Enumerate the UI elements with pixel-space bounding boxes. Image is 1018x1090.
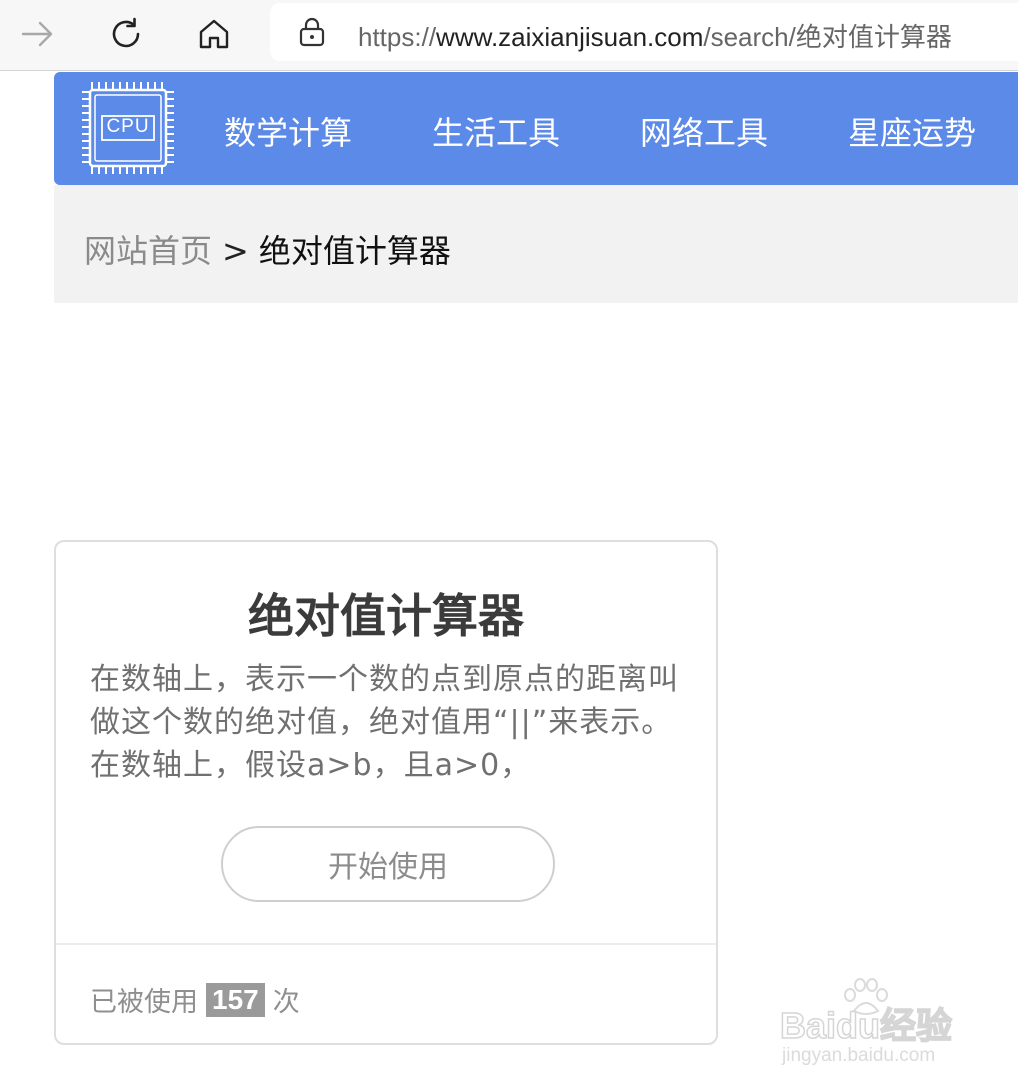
url-host: www.zaixianjisuan.com (436, 22, 704, 52)
cpu-logo[interactable]: CPU (78, 78, 178, 178)
forward-button[interactable] (16, 12, 60, 56)
home-button[interactable] (192, 12, 236, 56)
refresh-button[interactable] (104, 12, 148, 56)
nav-item-math[interactable]: 数学计算 (224, 108, 352, 154)
address-bar[interactable]: https://www.zaixianjisuan.com/search/绝对值… (270, 3, 1018, 61)
url-query: 绝对值计算器 (795, 22, 952, 52)
breadcrumb-home-link[interactable]: 网站首页 (84, 232, 212, 270)
start-button[interactable]: 开始使用 (221, 826, 555, 902)
nav-item-horoscope[interactable]: 星座运势 (848, 108, 976, 154)
url-path: /search/ (703, 22, 796, 52)
usage-stat: 已被使用 157 次 (90, 980, 300, 1019)
nav-item-life[interactable]: 生活工具 (432, 108, 560, 154)
watermark-main: Baidu经验 (779, 1004, 953, 1047)
home-icon (199, 19, 229, 49)
refresh-icon (112, 17, 140, 48)
site-header: CPU 数学计算 生活工具 网络工具 星座运势 (54, 72, 1018, 185)
baidu-jingyan-watermark: Baidu经验 jingyan.baidu.com (778, 975, 978, 1075)
usage-prefix: 已被使用 (90, 987, 198, 1018)
logo-text: CPU (106, 116, 150, 137)
browser-toolbar: https://www.zaixianjisuan.com/search/绝对值… (0, 0, 1018, 71)
card-divider (56, 943, 716, 945)
usage-suffix: 次 (272, 987, 300, 1018)
card-description: 在数轴上，表示一个数的点到原点的距离叫做这个数的绝对值，绝对值用“||”来表示。… (90, 662, 679, 783)
breadcrumb: 网站首页 > 绝对值计算器 (54, 185, 1018, 303)
arrow-right-icon (21, 21, 53, 47)
breadcrumb-separator: > (222, 232, 249, 270)
url-text: https://www.zaixianjisuan.com/search/绝对值… (358, 17, 952, 54)
breadcrumb-trail: 网站首页 > 绝对值计算器 (84, 226, 451, 272)
nav-item-network[interactable]: 网络工具 (640, 108, 768, 154)
tool-card: 绝对值计算器 在数轴上，表示一个数的点到原点的距离叫做这个数的绝对值，绝对值用“… (54, 540, 718, 1045)
url-scheme: https:// (358, 22, 437, 52)
usage-count-badge: 157 (206, 982, 265, 1017)
lock-icon (298, 16, 326, 52)
breadcrumb-current: 绝对值计算器 (258, 232, 451, 270)
watermark-sub: jingyan.baidu.com (782, 1045, 936, 1066)
card-title: 绝对值计算器 (248, 589, 524, 643)
